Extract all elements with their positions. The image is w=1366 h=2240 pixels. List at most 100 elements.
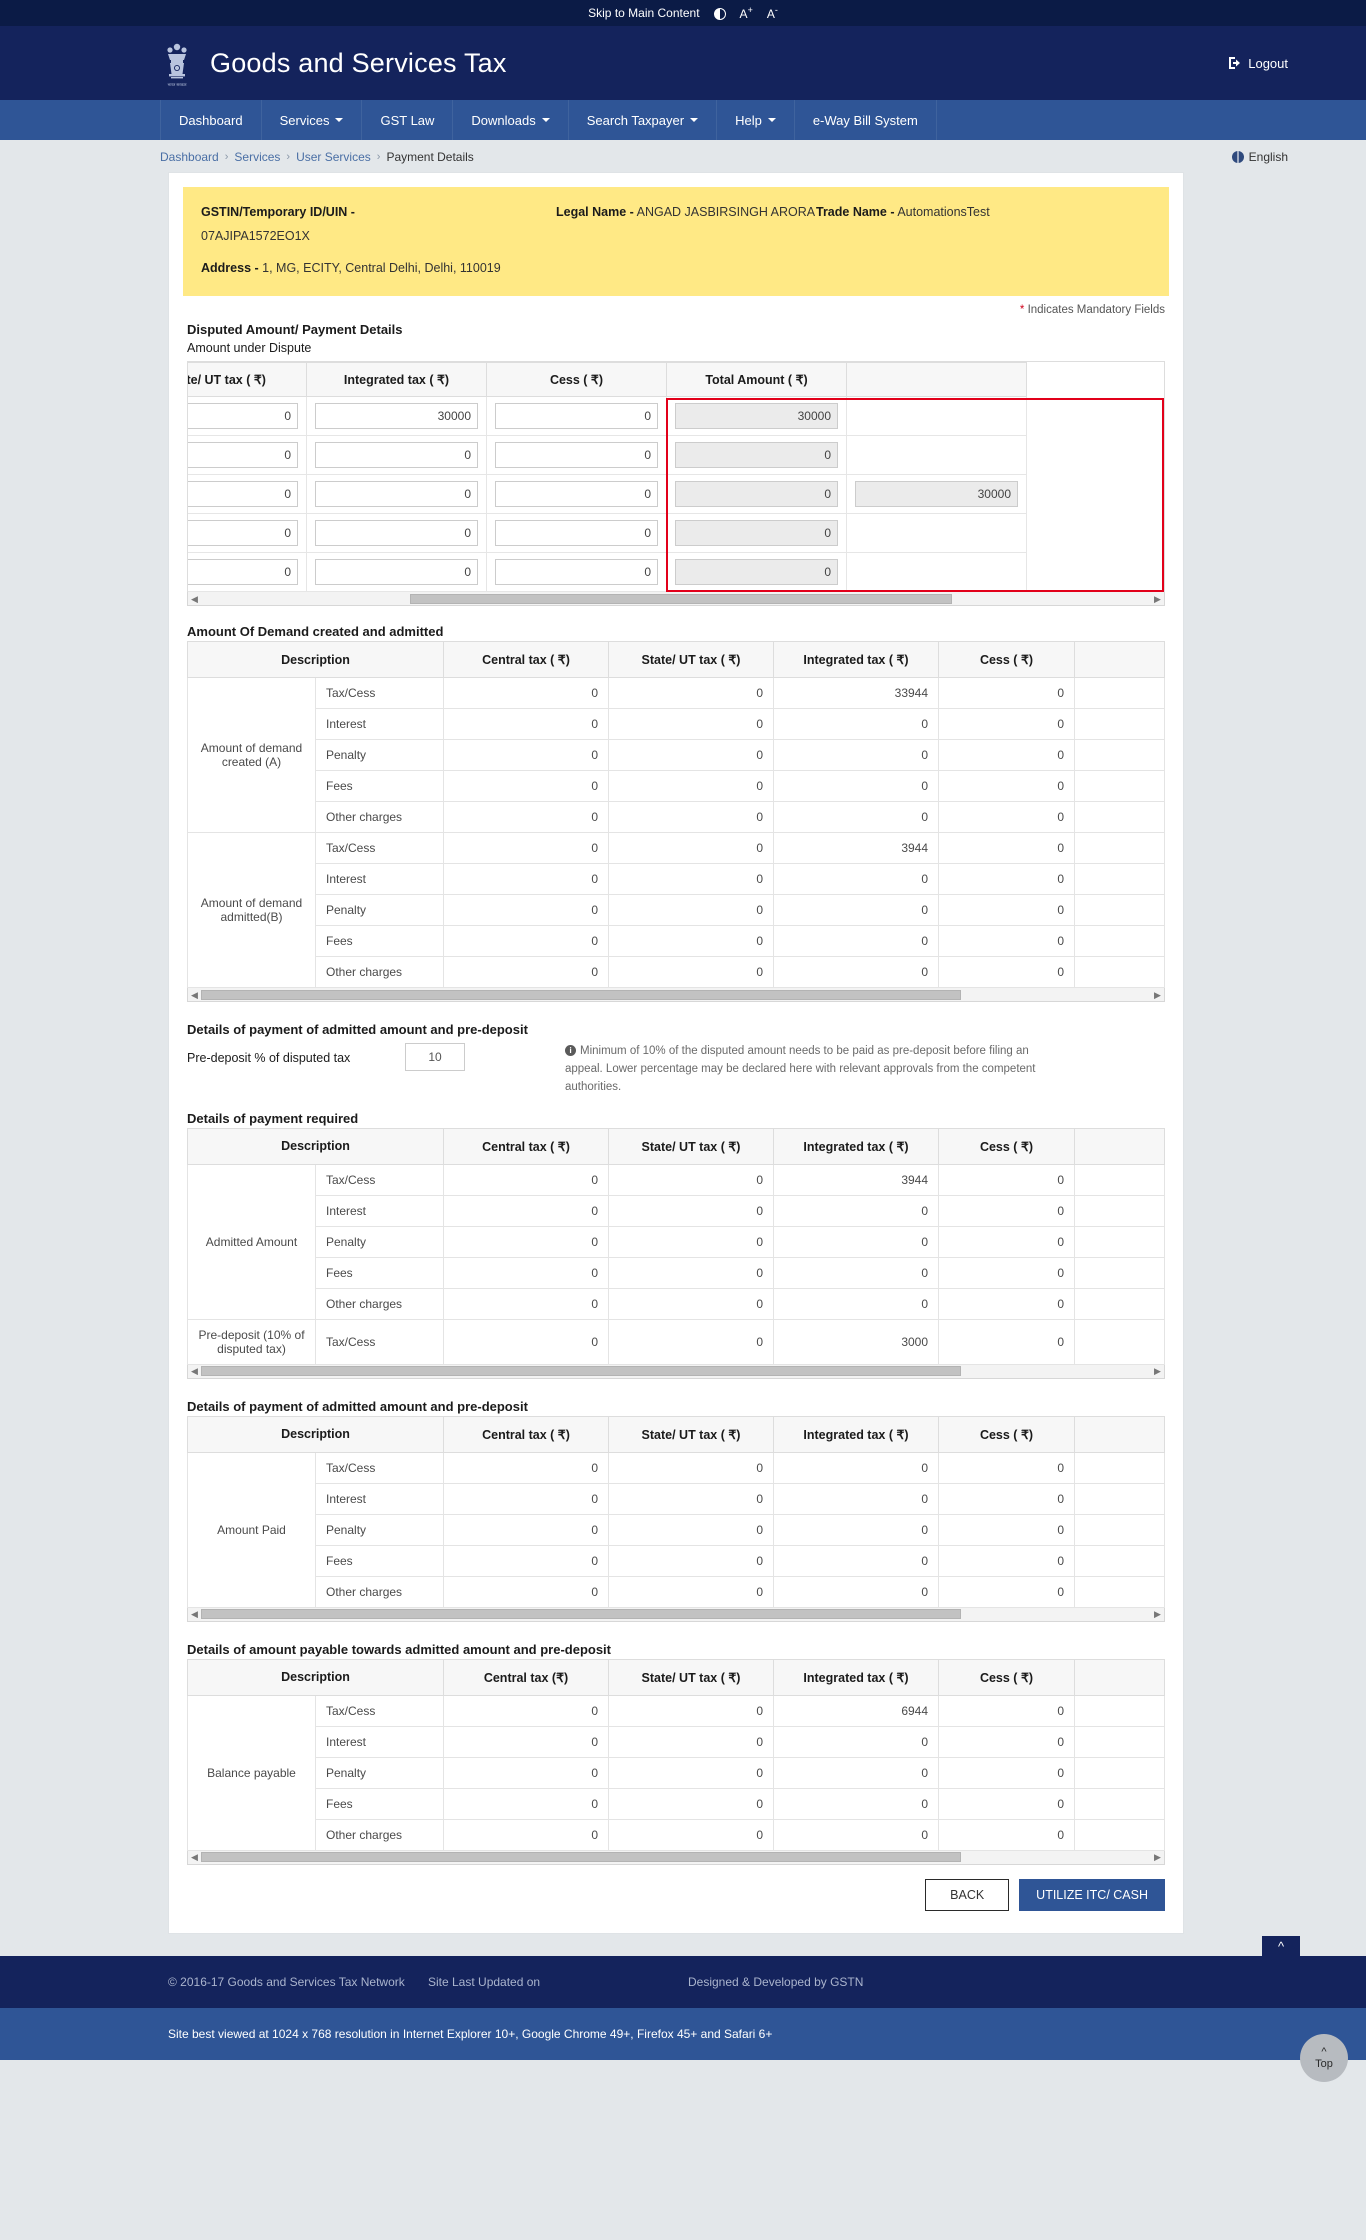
scroll-right-arrow[interactable]: ▶ — [1151, 1365, 1164, 1377]
back-to-top-button[interactable]: ^ Top — [1300, 2033, 1348, 2082]
scroll-left-arrow[interactable]: ◀ — [188, 593, 201, 605]
font-decrease-button[interactable]: A- — [767, 5, 778, 21]
scroll-right-arrow[interactable]: ▶ — [1151, 989, 1164, 1001]
integrated-input[interactable] — [315, 403, 478, 430]
central-value: 0 — [443, 863, 610, 896]
table-header-row: al tax (₹)State/ UT tax ( ₹)Integrated t… — [188, 362, 1027, 398]
column-header: Integrated tax ( ₹) — [773, 641, 940, 679]
breadcrumb-item-dashboard[interactable]: Dashboard — [160, 150, 219, 164]
row-description: Fees — [314, 1256, 445, 1289]
nav-item-search-taxpayer[interactable]: Search Taxpayer — [569, 100, 718, 140]
integrated-value: 0 — [773, 1787, 940, 1820]
nav-item-label: GST Law — [380, 112, 435, 128]
scroll-thumb[interactable] — [201, 1366, 961, 1377]
nav-item-e-way-bill-system[interactable]: e-Way Bill System — [795, 100, 937, 140]
state-value: 0 — [608, 1725, 775, 1758]
scroll-track[interactable] — [201, 1365, 1151, 1377]
scroll-track[interactable] — [201, 1851, 1151, 1863]
table-header-row: Description Central tax (₹) State/ UT tax … — [186, 1658, 1165, 1696]
total-input — [675, 403, 838, 430]
integrated-input[interactable] — [315, 559, 478, 586]
demand-table-scrollbar[interactable]: ◀ ▶ — [187, 988, 1165, 1003]
mandatory-fields-note: * Indicates Mandatory Fields — [169, 296, 1183, 318]
central-value: 0 — [443, 1287, 610, 1320]
balance-table-scrollbar[interactable]: ◀ ▶ — [187, 1850, 1165, 1865]
central-value: 0 — [443, 1225, 610, 1258]
state-input[interactable] — [188, 520, 298, 547]
column-header — [1074, 1415, 1165, 1453]
cess-input[interactable] — [495, 403, 658, 430]
table-row: Other charges 0 0 0 0 — [188, 1287, 1165, 1320]
nav-item-help[interactable]: Help — [717, 100, 795, 140]
state-value: 0 — [608, 1163, 775, 1196]
nav-item-downloads[interactable]: Downloads — [453, 100, 569, 140]
cess-input[interactable] — [495, 559, 658, 586]
scroll-right-arrow[interactable]: ▶ — [1151, 1608, 1164, 1620]
nav-item-gst-law[interactable]: GST Law — [362, 100, 454, 140]
column-header: Description — [186, 1658, 445, 1696]
cess-value: 0 — [938, 1318, 1076, 1365]
breadcrumb-item-user-services[interactable]: User Services — [296, 150, 371, 164]
integrated-value: 0 — [773, 1756, 940, 1789]
scroll-thumb[interactable] — [201, 989, 961, 1000]
nav-item-label: Help — [735, 112, 762, 128]
breadcrumb-row: Dashboard › Services › User Services › Payment… — [0, 140, 1366, 172]
scroll-track[interactable] — [201, 989, 1151, 1001]
cess-value: 0 — [938, 770, 1076, 803]
scroll-track[interactable] — [201, 1608, 1151, 1620]
scroll-left-arrow[interactable]: ◀ — [188, 989, 201, 1001]
scroll-right-arrow[interactable]: ▶ — [1151, 593, 1164, 605]
total-input — [675, 520, 838, 547]
breadcrumb-item-services[interactable]: Services — [234, 150, 280, 164]
table-cell — [306, 552, 487, 593]
cess-input[interactable] — [495, 481, 658, 508]
predeposit-percent-input[interactable] — [405, 1043, 465, 1072]
integrated-input[interactable] — [315, 442, 478, 469]
integrated-input[interactable] — [315, 481, 478, 508]
cess-value: 0 — [938, 1256, 1076, 1289]
central-value: 0 — [443, 1194, 610, 1227]
scroll-track[interactable] — [201, 593, 1151, 605]
table-header-row: Description Central tax ( ₹) State/ UT tax… — [186, 1127, 1165, 1165]
integrated-input[interactable] — [315, 520, 478, 547]
nav-item-dashboard[interactable]: Dashboard — [160, 100, 262, 140]
scroll-thumb[interactable] — [201, 1609, 961, 1620]
language-selector[interactable]: English — [1231, 150, 1288, 164]
table-cell-empty — [1074, 739, 1165, 772]
state-value: 0 — [608, 1544, 775, 1577]
logout-button[interactable]: Logout — [1228, 56, 1288, 71]
nav-item-services[interactable]: Services — [262, 100, 363, 140]
scroll-thumb[interactable] — [410, 593, 952, 604]
disputed-table-scrollbar[interactable]: ◀ ▶ — [187, 592, 1165, 607]
table-header-row: Description Central tax ( ₹) State/ UT tax… — [186, 1415, 1165, 1453]
info-icon: i — [565, 1045, 576, 1057]
table-cell — [188, 552, 307, 593]
table-row: Interest 0 0 0 0 — [188, 1482, 1165, 1515]
state-input[interactable] — [188, 442, 298, 469]
payment-required-table-scrollbar[interactable]: ◀ ▶ — [187, 1364, 1165, 1379]
back-button[interactable]: BACK — [925, 1878, 1010, 1911]
utilize-itc-cash-button[interactable]: UTILIZE ITC/ CASH — [1019, 1878, 1165, 1911]
table-row: Admitted Amount Tax/Cess 0 0 3944 0 — [187, 1163, 1165, 1320]
cess-input[interactable] — [495, 442, 658, 469]
scroll-thumb[interactable] — [201, 1852, 961, 1863]
scroll-left-arrow[interactable]: ◀ — [188, 1608, 201, 1620]
amount-paid-table-scrollbar[interactable]: ◀ ▶ — [187, 1607, 1165, 1622]
scroll-left-arrow[interactable]: ◀ — [188, 1365, 201, 1377]
state-input[interactable] — [188, 559, 298, 586]
table-cell — [486, 513, 667, 554]
state-value: 0 — [608, 1787, 775, 1820]
scroll-right-arrow[interactable]: ▶ — [1151, 1851, 1164, 1863]
state-input[interactable] — [188, 403, 298, 430]
table-cell — [666, 396, 847, 437]
state-input[interactable] — [188, 481, 298, 508]
central-value: 0 — [443, 832, 610, 865]
skip-to-main-content-link[interactable]: Skip to Main Content — [588, 6, 699, 20]
chevron-up-icon[interactable]: ^ — [1262, 1935, 1300, 1958]
cess-input[interactable] — [495, 520, 658, 547]
integrated-value: 0 — [773, 1575, 940, 1608]
contrast-icon[interactable] — [713, 6, 726, 20]
cess-value: 0 — [938, 1725, 1076, 1758]
scroll-left-arrow[interactable]: ◀ — [188, 1851, 201, 1863]
font-increase-button[interactable]: A+ — [740, 5, 753, 21]
